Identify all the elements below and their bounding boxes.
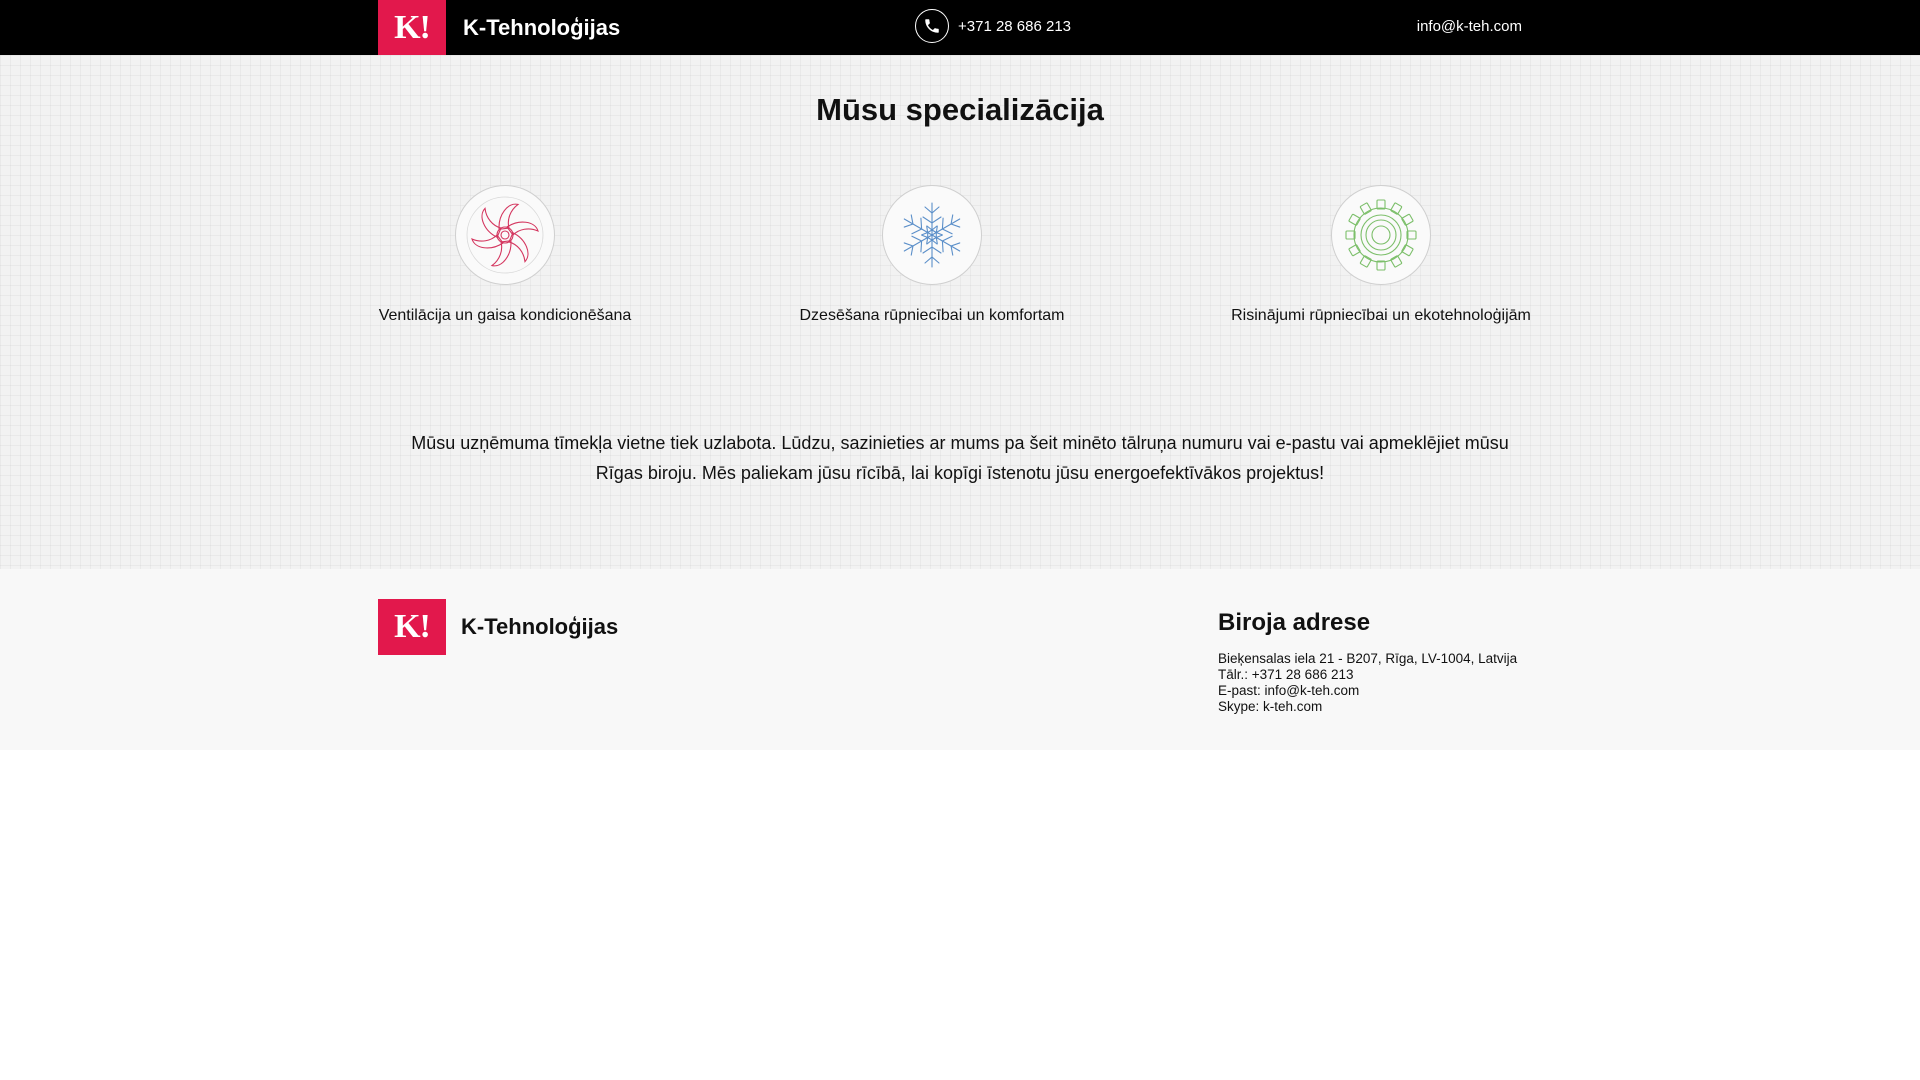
logo[interactable]: K! — [378, 0, 446, 55]
spec-cooling[interactable]: Dzesēšana rūpniecībai un komfortam — [782, 185, 1082, 325]
gear-icon — [1331, 185, 1431, 285]
top-header: K! K-Tehnoloģijas +371 28 686 213 info@k… — [0, 0, 1920, 55]
skype-line: Skype: k-teh.com — [1218, 699, 1323, 714]
logo: K! — [378, 599, 446, 655]
email-line[interactable]: E-past: info@k-teh.com — [1218, 683, 1517, 699]
spec-ventilation[interactable]: Ventilācija un gaisa kondicionēšana — [378, 185, 632, 325]
phone-line: Tālr.: +371 28 686 213 — [1218, 667, 1354, 682]
snowflake-icon — [882, 185, 982, 285]
logo-text: K! — [394, 608, 431, 645]
section-title: Mūsu specializācija — [816, 92, 1104, 127]
office-address: Biroja adrese Bieķensalas iela 21 - B207… — [1218, 609, 1517, 715]
header-phone[interactable]: +371 28 686 213 — [915, 9, 1071, 43]
logo-text: K! — [394, 8, 431, 46]
address-line: Bieķensalas iela 21 - B207, Rīga, LV-100… — [1218, 651, 1518, 666]
header-email-link[interactable]: info@k-teh.com — [1417, 18, 1522, 35]
fan-icon — [455, 185, 555, 285]
spec-label: Dzesēšana rūpniecībai un komfortam — [799, 307, 1065, 324]
phone-number: +371 28 686 213 — [958, 17, 1072, 35]
phone-icon — [915, 9, 949, 43]
footer-brand-name: K-Tehnoloģijas — [461, 614, 619, 639]
spec-label: Ventilācija un gaisa kondicionēšana — [378, 307, 632, 324]
spec-eco-solutions[interactable]: Risinājumi rūpniecībai un ekotehnoloģijā… — [1218, 185, 1544, 325]
brand-name[interactable]: K-Tehnoloģijas — [463, 15, 620, 41]
intro-text: Mūsu uzņēmuma tīmekļa vietne tiek uzlabo… — [411, 433, 1509, 483]
address-title: Biroja adrese — [1218, 609, 1371, 636]
main-section: Mūsu specializācija Ventilācija un gaisa… — [0, 55, 1920, 569]
spec-label: Risinājumi rūpniecībai un ekotehnoloģijā… — [1231, 307, 1531, 324]
footer: K! K-Tehnoloģijas Biroja adrese Bieķensa… — [0, 569, 1920, 750]
footer-logo[interactable]: K! K-Tehnoloģijas — [378, 599, 618, 655]
